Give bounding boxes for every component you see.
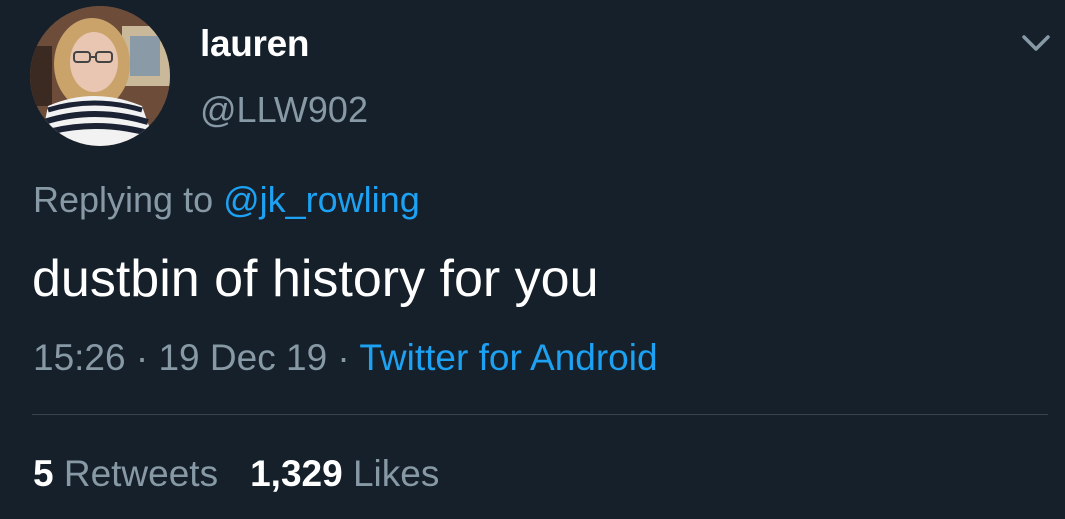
tweet-card: lauren @LLW902 Replying to @jk_rowling d… <box>0 0 1065 519</box>
display-name[interactable]: lauren <box>200 22 310 66</box>
tweet-stats: 5 Retweets 1,329 Likes <box>33 452 439 496</box>
retweets-stat[interactable]: 5 Retweets <box>33 453 218 494</box>
tweet-text: dustbin of history for you <box>32 250 599 308</box>
likes-stat[interactable]: 1,329 Likes <box>250 453 439 494</box>
meta-separator: · <box>125 337 159 378</box>
likes-count: 1,329 <box>250 453 343 494</box>
replying-to-label: Replying to <box>33 179 224 220</box>
tweet-source-link[interactable]: Twitter for Android <box>359 337 657 378</box>
tweet-meta: 15:26 · 19 Dec 19 · Twitter for Android <box>33 336 658 380</box>
meta-separator: · <box>327 337 360 378</box>
replying-to-line: Replying to @jk_rowling <box>33 178 420 222</box>
chevron-down-icon[interactable] <box>1016 28 1056 58</box>
retweets-label: Retweets <box>53 453 219 494</box>
user-handle[interactable]: @LLW902 <box>200 88 368 132</box>
divider <box>32 414 1048 415</box>
tweet-date[interactable]: 19 Dec 19 <box>158 337 327 378</box>
tweet-time[interactable]: 15:26 <box>33 337 126 378</box>
avatar[interactable] <box>30 6 170 146</box>
likes-label: Likes <box>342 453 440 494</box>
retweets-count: 5 <box>33 453 54 494</box>
reply-mention-link[interactable]: @jk_rowling <box>223 179 420 220</box>
